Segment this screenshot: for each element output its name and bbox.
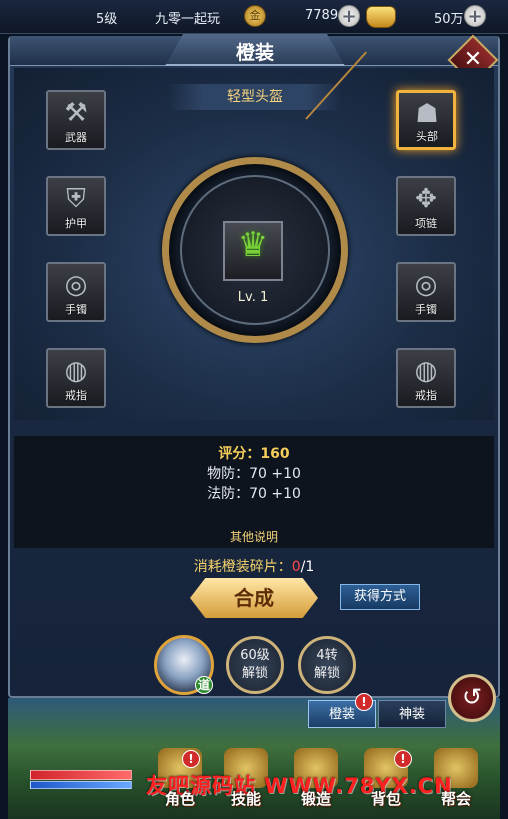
helmet-icon: ♛	[237, 225, 269, 265]
nav-guild[interactable]: 帮会	[426, 788, 486, 809]
player-name: 九零一起玩	[155, 12, 221, 27]
slot-head[interactable]: ☗ 头部	[396, 90, 456, 150]
nav-bag[interactable]: 背包	[356, 788, 416, 809]
other-notes-label: 其他说明	[229, 530, 278, 544]
add-ingots-button[interactable]: +	[464, 5, 486, 27]
return-icon: ↺	[461, 683, 483, 711]
slot-label: 护甲	[65, 217, 87, 230]
avatar-badge: 道	[195, 676, 213, 694]
unlock-turn-text: 4转	[316, 648, 338, 663]
return-button[interactable]: ↺	[448, 674, 496, 722]
consume-label: 消耗橙装碎片：	[193, 559, 292, 575]
score-text: 评分：160	[218, 446, 290, 462]
obtain-method-button[interactable]: 获得方式	[340, 584, 420, 610]
hp-bar	[30, 770, 132, 780]
tab-orange-gear[interactable]: 橙装 !	[308, 693, 376, 728]
synthesize-button[interactable]: 合成	[190, 578, 318, 618]
slot-ring-left[interactable]: ◍ 戒指	[46, 348, 106, 408]
slot-bracelet-right[interactable]: ◎ 手镯	[396, 262, 456, 322]
coin-amount: 7789	[305, 8, 339, 23]
ring-icon: ◍	[64, 356, 88, 386]
character-avatar[interactable]: 道	[154, 635, 214, 695]
slot-label: 武器	[65, 131, 87, 144]
slot-label: 手镯	[415, 303, 437, 316]
phys-def-text: 物防：70 +10	[207, 466, 301, 482]
slot-label: 项链	[415, 217, 437, 230]
equipped-item-slot[interactable]: ♛	[223, 221, 283, 281]
panel-title: 橙装	[235, 42, 274, 64]
unlock-text: 解锁	[241, 666, 268, 681]
tab-label: 橙装	[328, 707, 355, 722]
nav-character[interactable]: 角色	[150, 788, 210, 809]
slot-weapon[interactable]: ⚒ 武器	[46, 90, 106, 150]
slot-armor[interactable]: ⛨ 护甲	[46, 176, 106, 236]
nav-skills[interactable]: 技能	[216, 788, 276, 809]
slot-label: 头部	[416, 130, 438, 143]
tab-divine-gear[interactable]: 神装	[378, 700, 446, 728]
consume-line: 消耗橙装碎片：0/1	[0, 556, 508, 576]
mp-bar	[30, 781, 132, 789]
unlock-text: 解锁	[313, 666, 340, 681]
shard-need: /1	[300, 559, 315, 575]
slot-label: 戒指	[65, 389, 87, 402]
player-level: 5级	[96, 12, 118, 27]
helmet-slot-icon: ☗	[415, 99, 439, 129]
weapon-icon: ⚒	[64, 98, 88, 128]
slot-necklace[interactable]: ✥ 项链	[396, 176, 456, 236]
slot-label: 戒指	[415, 389, 437, 402]
unlock-level-text: 60级	[240, 648, 270, 663]
add-coins-button[interactable]: +	[338, 5, 360, 27]
nav-alert-badge: !	[182, 750, 200, 768]
item-level: Lv. 1	[237, 290, 269, 305]
nav-forge[interactable]: 锻造	[286, 788, 346, 809]
nav-alert-badge: !	[394, 750, 412, 768]
top-status-bar: 5级 九零一起玩 金 7789 + 50万 +	[0, 0, 508, 34]
coin-icon: 金	[244, 5, 266, 27]
slot-bracelet-left[interactable]: ◎ 手镯	[46, 262, 106, 322]
tab-alert-badge: !	[355, 693, 373, 711]
ingot-amount: 50万	[434, 12, 464, 27]
slot-label: 手镯	[65, 303, 87, 316]
mag-def-text: 法防：70 +10	[207, 486, 301, 502]
slot-ring-right[interactable]: ◍ 戒指	[396, 348, 456, 408]
necklace-icon: ✥	[415, 184, 437, 214]
bracelet-icon: ◎	[414, 270, 438, 300]
armor-icon: ⛨	[66, 184, 86, 214]
ring-icon: ◍	[414, 356, 438, 386]
unlock-lv60-slot[interactable]: 60级 解锁	[226, 636, 284, 694]
shard-have: 0	[291, 559, 301, 575]
bracelet-icon: ◎	[64, 270, 88, 300]
tab-label: 神装	[398, 707, 425, 722]
unlock-turn4-slot[interactable]: 4转 解锁	[298, 636, 356, 694]
ingot-icon	[366, 6, 396, 28]
